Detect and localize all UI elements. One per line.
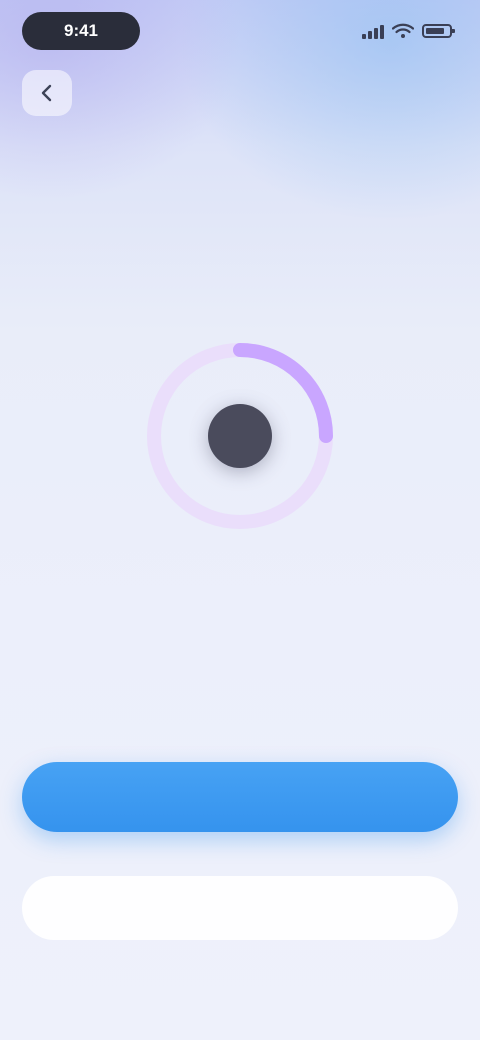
record-button[interactable] — [208, 404, 272, 468]
status-bar: 9:41 — [0, 0, 480, 64]
wifi-icon — [392, 23, 414, 38]
back-button[interactable] — [22, 70, 72, 116]
chevron-left-icon — [41, 84, 52, 102]
status-time: 9:41 — [22, 12, 140, 50]
signal-icon — [362, 23, 384, 39]
status-icons — [362, 20, 455, 42]
record-widget — [140, 336, 340, 536]
secondary-action-button[interactable] — [22, 876, 458, 940]
battery-icon — [422, 24, 455, 38]
app-screen: 9:41 — [0, 0, 480, 1040]
primary-action-button[interactable] — [22, 762, 458, 832]
